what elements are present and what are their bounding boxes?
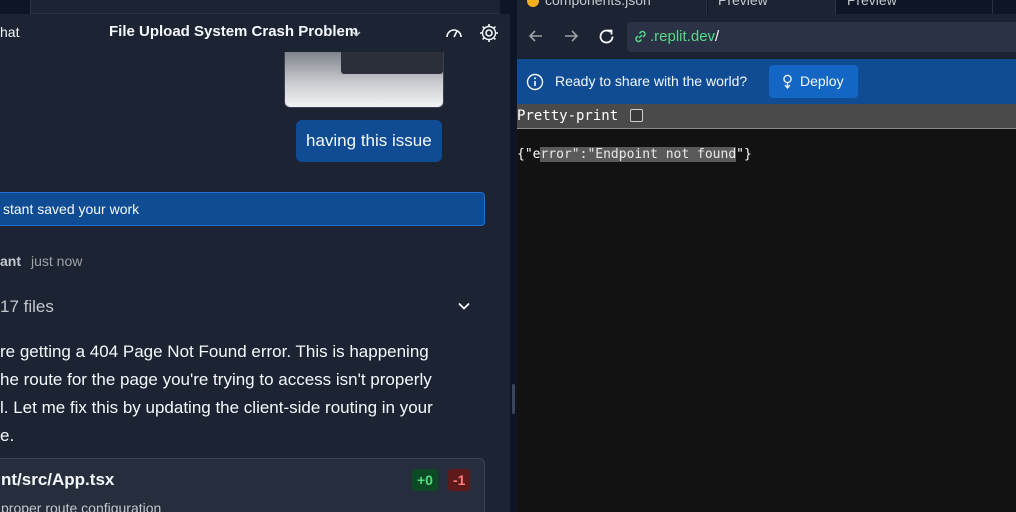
gauge-icon[interactable] [444, 23, 464, 48]
url-domain: .replit.dev [650, 28, 716, 45]
pretty-print-bar: Pretty-print [517, 104, 1016, 129]
preview-viewport: Pretty-print {"error":"Endpoint not foun… [517, 104, 1016, 512]
chat-panel: hat File Upload System Crash Problem hav… [0, 0, 510, 512]
response-line: l. Let me fix this by updating the clien… [0, 398, 433, 417]
forward-arrow-icon[interactable] [563, 28, 579, 49]
lines-added-badge: +0 [412, 469, 438, 491]
pretty-print-label: Pretty-print [517, 108, 619, 124]
response-line: re getting a 404 Page Not Found error. T… [0, 342, 429, 361]
chat-tab[interactable] [30, 0, 500, 14]
info-icon [526, 73, 544, 96]
file-path[interactable]: nt/src/App.tsx [1, 470, 114, 490]
tab-preview[interactable]: Preview [708, 0, 836, 14]
preview-navbar: .replit.dev/ [517, 14, 1016, 59]
chevron-down-icon[interactable] [456, 298, 472, 319]
chat-header: hat File Upload System Crash Problem [0, 14, 510, 52]
tab-preview-active[interactable]: Preview [837, 0, 993, 14]
lines-removed-badge: -1 [448, 469, 471, 491]
chat-title[interactable]: File Upload System Crash Problem [109, 23, 358, 40]
user-message: having this issue [296, 120, 442, 162]
json-response: {"error":"Endpoint not found"} [517, 147, 752, 162]
json-file-icon [527, 0, 539, 8]
chevron-down-icon[interactable] [351, 26, 362, 44]
tab-label: components.json [545, 0, 651, 8]
link-icon [633, 29, 648, 49]
tab-label: Preview [847, 0, 897, 8]
response-line: e. [0, 426, 15, 445]
banner-text: Ready to share with the world? [555, 73, 748, 89]
deploy-button[interactable]: Deploy [769, 65, 858, 98]
tab-components-json[interactable]: components.json [517, 0, 707, 14]
gear-icon[interactable] [478, 22, 500, 49]
back-arrow-icon[interactable] [528, 28, 544, 49]
json-text: "} [736, 147, 752, 162]
thumbnail-content [341, 52, 443, 74]
json-text: {"e [517, 147, 541, 162]
reload-icon[interactable] [597, 27, 616, 51]
tab-label: Preview [718, 0, 768, 8]
url-bar[interactable]: .replit.dev/ [627, 22, 1016, 52]
file-change-description: proper route configuration [1, 500, 162, 512]
json-selection: rror":"Endpoint not found [540, 147, 737, 162]
preview-panel: components.json Preview Preview .replit.… [517, 0, 1016, 512]
assistant-response: re getting a 404 Page Not Found error. T… [0, 338, 470, 450]
response-line: he route for the page you're trying to a… [0, 370, 432, 389]
file-change-card[interactable]: nt/src/App.tsx +0 -1 proper route config… [0, 458, 485, 512]
pane-tab-bar: components.json Preview Preview [517, 0, 1016, 14]
resize-handle[interactable] [512, 384, 515, 414]
pane-resize-divider[interactable] [510, 0, 517, 512]
files-changed-summary[interactable]: 17 files [0, 297, 54, 317]
pretty-print-checkbox[interactable] [630, 109, 643, 122]
message-timestamp: just now [31, 253, 83, 269]
deploy-icon [780, 74, 795, 94]
deploy-label: Deploy [800, 73, 844, 89]
chat-tab-strip [0, 0, 510, 14]
attached-screenshot-thumbnail[interactable] [284, 52, 444, 108]
url-path: / [715, 28, 720, 45]
url-text[interactable]: .replit.dev/ [650, 28, 719, 45]
assistant-name: ant [0, 253, 21, 269]
checkpoint-notice[interactable]: stant saved your work [0, 192, 485, 226]
deploy-banner: Ready to share with the world? Deploy [517, 59, 1016, 104]
chat-label[interactable]: hat [0, 24, 19, 40]
